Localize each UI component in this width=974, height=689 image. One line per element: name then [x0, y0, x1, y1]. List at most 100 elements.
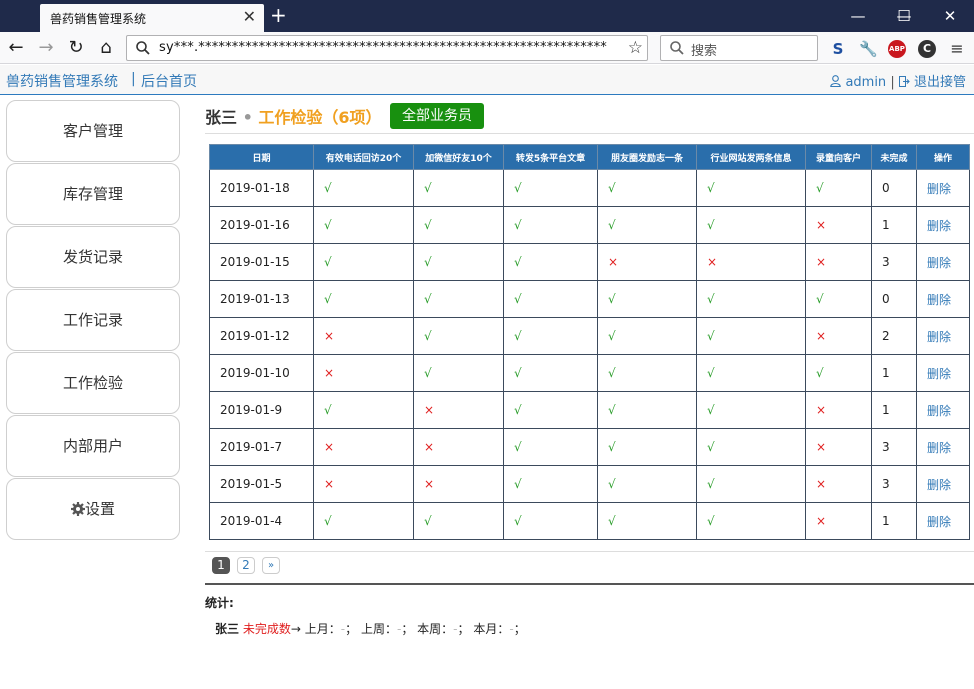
search-input[interactable]: 搜索 — [691, 40, 717, 59]
sidebar-item-work-records[interactable]: 工作记录 — [6, 289, 180, 351]
table-cell: √ — [503, 354, 598, 392]
table-cell: 2019-01-7 — [209, 428, 314, 466]
table-cell[interactable]: 删除 — [916, 169, 970, 207]
s-extension-icon[interactable]: S — [829, 40, 847, 58]
table-cell: 2019-01-12 — [209, 317, 314, 355]
close-window-icon[interactable]: ✕ — [930, 4, 970, 28]
table-cell: √ — [313, 502, 414, 540]
table-cell[interactable]: 删除 — [916, 391, 970, 429]
delete-link[interactable]: 删除 — [927, 478, 951, 492]
search-bar[interactable]: 搜索 — [660, 35, 818, 61]
check-cell: × — [816, 329, 827, 343]
check-cell: √ — [514, 255, 522, 269]
adblock-icon[interactable]: ABP — [888, 40, 906, 58]
table-cell[interactable]: 删除 — [916, 317, 970, 355]
table-cell: √ — [597, 428, 697, 466]
check-cell: √ — [707, 477, 715, 491]
table-cell[interactable]: 删除 — [916, 465, 970, 503]
maximize-icon[interactable]: ☐ — [884, 4, 924, 28]
search-icon — [670, 41, 684, 55]
sidebar-item-settings[interactable]: 设置 — [6, 478, 180, 540]
stats-arrow: → — [290, 622, 301, 636]
sidebar-item-internal-users[interactable]: 内部用户 — [6, 415, 180, 477]
sidebar-item-customers[interactable]: 客户管理 — [6, 100, 180, 162]
delete-link[interactable]: 删除 — [927, 441, 951, 455]
browser-tab[interactable]: 兽药销售管理系统 ✕ — [40, 4, 264, 32]
table-cell: √ — [413, 317, 504, 355]
table-cell[interactable]: 删除 — [916, 428, 970, 466]
delete-link[interactable]: 删除 — [927, 515, 951, 529]
sidebar-item-label: 内部用户 — [62, 437, 123, 455]
sidebar-item-work-check[interactable]: 工作检验 — [6, 352, 180, 414]
check-cell: √ — [816, 292, 824, 306]
table-cell: √ — [503, 169, 598, 207]
reload-icon[interactable]: ↻ — [64, 36, 88, 60]
table-row: 2019-01-4 √ √ √ √ √ × 1 删除 — [209, 502, 970, 540]
bookmark-star-icon[interactable]: ☆ — [628, 38, 643, 58]
tab-title: 兽药销售管理系统 — [50, 12, 147, 26]
incomplete-count-cell: 0 — [882, 181, 890, 195]
minimize-icon[interactable]: — — [838, 4, 878, 28]
table-row: 2019-01-9 √ × √ √ √ × 1 删除 — [209, 391, 970, 429]
table-cell: √ — [597, 280, 697, 318]
menu-icon[interactable]: ≡ — [948, 40, 966, 58]
table-cell: 0 — [871, 280, 917, 318]
tab-close-icon[interactable]: ✕ — [243, 7, 256, 26]
delete-link[interactable]: 删除 — [927, 404, 951, 418]
all-staff-button[interactable]: 全部业务员 — [390, 103, 484, 129]
table-cell[interactable]: 删除 — [916, 206, 970, 244]
last-week-label: 上周： — [360, 622, 397, 636]
app-title[interactable]: 兽药销售管理系统 — [6, 71, 118, 91]
table-cell: √ — [503, 317, 598, 355]
title-dot: • — [242, 108, 253, 127]
url-bar[interactable]: sy***.**********************************… — [126, 35, 648, 61]
table-cell[interactable]: 删除 — [916, 354, 970, 392]
check-cell: × — [324, 440, 335, 454]
delete-link[interactable]: 删除 — [927, 330, 951, 344]
table-cell: √ — [696, 502, 806, 540]
delete-link[interactable]: 删除 — [927, 293, 951, 307]
home-link[interactable]: 后台首页 — [141, 71, 197, 91]
table-cell: √ — [503, 391, 598, 429]
new-tab-icon[interactable]: + — [270, 3, 287, 27]
check-cell: √ — [608, 181, 616, 195]
home-icon[interactable]: ⌂ — [94, 36, 118, 60]
table-cell: × — [313, 317, 414, 355]
sidebar-item-shipments[interactable]: 发货记录 — [6, 226, 180, 288]
table-cell[interactable]: 删除 — [916, 502, 970, 540]
c-extension-icon[interactable]: C — [918, 40, 936, 58]
delete-link[interactable]: 删除 — [927, 367, 951, 381]
divider — [205, 551, 974, 552]
table-cell: × — [805, 428, 872, 466]
next-page-button[interactable]: » — [262, 557, 280, 574]
table-cell: 0 — [871, 169, 917, 207]
delete-link[interactable]: 删除 — [927, 256, 951, 270]
back-arrow-icon[interactable]: ← — [4, 36, 28, 60]
table-cell: √ — [597, 354, 697, 392]
app-header: 兽药销售管理系统 | 后台首页 admin | 退出接管 — [0, 65, 974, 95]
delete-link[interactable]: 删除 — [927, 219, 951, 233]
wrench-icon[interactable]: 🔧 — [859, 40, 878, 58]
table-cell: 1 — [871, 354, 917, 392]
table-cell: 1 — [871, 502, 917, 540]
delete-link[interactable]: 删除 — [927, 182, 951, 196]
date-cell: 2019-01-15 — [220, 255, 290, 269]
user-link[interactable]: admin — [845, 75, 886, 90]
check-cell: × — [816, 255, 827, 269]
check-cell: √ — [707, 440, 715, 454]
table-cell: 2019-01-4 — [209, 502, 314, 540]
incomplete-count-cell: 2 — [882, 329, 890, 343]
sidebar-item-label: 客户管理 — [62, 122, 123, 140]
check-cell: √ — [608, 366, 616, 380]
sidebar-item-inventory[interactable]: 库存管理 — [6, 163, 180, 225]
url-text[interactable]: sy***.**********************************… — [159, 40, 609, 55]
incomplete-count-cell: 1 — [882, 218, 890, 232]
table-cell[interactable]: 删除 — [916, 243, 970, 281]
table-cell: √ — [313, 243, 414, 281]
forward-arrow-icon[interactable]: → — [34, 36, 58, 60]
table-cell[interactable]: 删除 — [916, 280, 970, 318]
page-2-button[interactable]: 2 — [237, 557, 255, 574]
page-1-button[interactable]: 1 — [212, 557, 230, 574]
this-week-label: 本周： — [417, 622, 454, 636]
logout-link[interactable]: 退出接管 — [914, 75, 966, 90]
